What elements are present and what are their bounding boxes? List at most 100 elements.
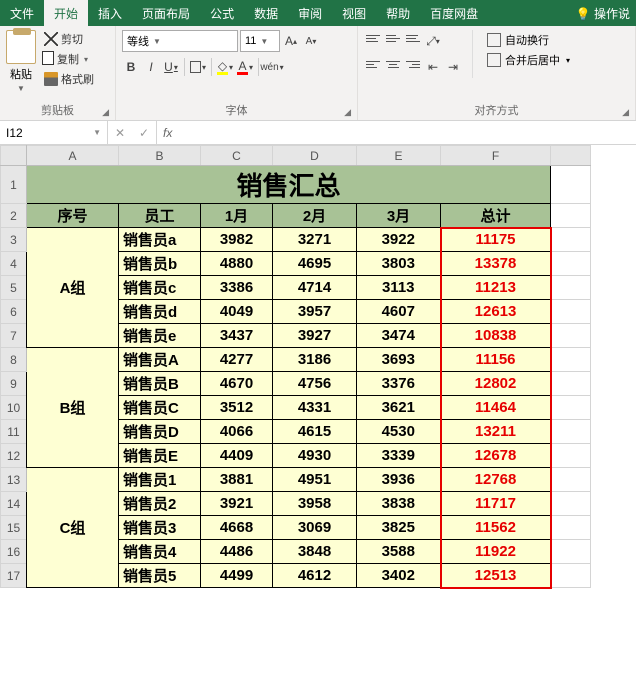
align-right-button[interactable] — [404, 56, 422, 72]
month-cell[interactable]: 3693 — [357, 348, 441, 372]
total-cell[interactable]: 11175 — [441, 228, 551, 252]
month-cell[interactable]: 4277 — [201, 348, 273, 372]
month-cell[interactable]: 4486 — [201, 540, 273, 564]
employee-cell[interactable]: 销售员4 — [119, 540, 201, 564]
cancel-formula-button[interactable]: ✕ — [108, 126, 132, 140]
row-header-12[interactable]: 12 — [1, 444, 27, 468]
font-color-button[interactable]: A▾ — [236, 56, 254, 78]
tab-页面布局[interactable]: 页面布局 — [132, 0, 200, 26]
month-cell[interactable]: 4066 — [201, 420, 273, 444]
employee-cell[interactable]: 销售员B — [119, 372, 201, 396]
decrease-indent-button[interactable]: ⇤ — [424, 56, 442, 78]
cut-button[interactable]: 剪切 — [42, 30, 96, 48]
total-cell[interactable]: 11156 — [441, 348, 551, 372]
employee-cell[interactable]: 销售员c — [119, 276, 201, 300]
month-cell[interactable]: 3803 — [357, 252, 441, 276]
month-cell[interactable]: 3958 — [273, 492, 357, 516]
month-cell[interactable]: 3437 — [201, 324, 273, 348]
month-cell[interactable]: 4331 — [273, 396, 357, 420]
increase-indent-button[interactable]: ⇥ — [444, 56, 462, 78]
tab-百度网盘[interactable]: 百度网盘 — [420, 0, 488, 26]
align-middle-button[interactable] — [384, 30, 402, 46]
month-cell[interactable]: 3512 — [201, 396, 273, 420]
row-header-4[interactable]: 4 — [1, 252, 27, 276]
row-header-2[interactable]: 2 — [1, 204, 27, 228]
header-cell[interactable]: 1月 — [201, 204, 273, 228]
total-cell[interactable]: 12678 — [441, 444, 551, 468]
wrap-text-button[interactable]: 自动换行 — [483, 30, 574, 50]
month-cell[interactable]: 3588 — [357, 540, 441, 564]
month-cell[interactable]: 3982 — [201, 228, 273, 252]
row-header-3[interactable]: 3 — [1, 228, 27, 252]
month-cell[interactable]: 4612 — [273, 564, 357, 588]
month-cell[interactable]: 3376 — [357, 372, 441, 396]
paste-button[interactable]: 粘贴 ▼ — [6, 30, 36, 93]
row-header-11[interactable]: 11 — [1, 420, 27, 444]
employee-cell[interactable]: 销售员A — [119, 348, 201, 372]
row-header-1[interactable]: 1 — [1, 166, 27, 204]
total-cell[interactable]: 11213 — [441, 276, 551, 300]
header-cell[interactable]: 员工 — [119, 204, 201, 228]
month-cell[interactable]: 4756 — [273, 372, 357, 396]
row-header-13[interactable]: 13 — [1, 468, 27, 492]
increase-font-button[interactable]: A▴ — [282, 30, 300, 52]
month-cell[interactable]: 3621 — [357, 396, 441, 420]
month-cell[interactable]: 4409 — [201, 444, 273, 468]
clipboard-launcher[interactable]: ◢ — [102, 107, 109, 118]
month-cell[interactable]: 3838 — [357, 492, 441, 516]
total-cell[interactable]: 11562 — [441, 516, 551, 540]
align-center-button[interactable] — [384, 56, 402, 72]
underline-button[interactable]: U▾ — [162, 56, 180, 78]
format-painter-button[interactable]: 格式刷 — [42, 70, 96, 88]
month-cell[interactable]: 4951 — [273, 468, 357, 492]
tab-开始[interactable]: 开始 — [44, 0, 88, 26]
total-cell[interactable]: 13378 — [441, 252, 551, 276]
month-cell[interactable]: 4607 — [357, 300, 441, 324]
employee-cell[interactable]: 销售员e — [119, 324, 201, 348]
fill-color-button[interactable]: ◇▾ — [216, 56, 234, 78]
row-header-7[interactable]: 7 — [1, 324, 27, 348]
header-cell[interactable]: 序号 — [27, 204, 119, 228]
tab-视图[interactable]: 视图 — [332, 0, 376, 26]
month-cell[interactable]: 3386 — [201, 276, 273, 300]
month-cell[interactable]: 4695 — [273, 252, 357, 276]
employee-cell[interactable]: 销售员1 — [119, 468, 201, 492]
tab-审阅[interactable]: 审阅 — [288, 0, 332, 26]
month-cell[interactable]: 3922 — [357, 228, 441, 252]
employee-cell[interactable]: 销售员C — [119, 396, 201, 420]
col-header-A[interactable]: A — [27, 146, 119, 166]
total-cell[interactable]: 13211 — [441, 420, 551, 444]
group-cell[interactable]: B组 — [27, 348, 119, 468]
merge-center-button[interactable]: 合并后居中▾ — [483, 50, 574, 70]
total-cell[interactable]: 11922 — [441, 540, 551, 564]
month-cell[interactable]: 3474 — [357, 324, 441, 348]
row-header-16[interactable]: 16 — [1, 540, 27, 564]
group-cell[interactable]: A组 — [27, 228, 119, 348]
border-button[interactable]: ▾ — [189, 56, 207, 78]
total-cell[interactable]: 12802 — [441, 372, 551, 396]
month-cell[interactable]: 4530 — [357, 420, 441, 444]
total-cell[interactable]: 11464 — [441, 396, 551, 420]
col-header-B[interactable]: B — [119, 146, 201, 166]
employee-cell[interactable]: 销售员b — [119, 252, 201, 276]
month-cell[interactable]: 3113 — [357, 276, 441, 300]
row-header-9[interactable]: 9 — [1, 372, 27, 396]
month-cell[interactable]: 3402 — [357, 564, 441, 588]
align-bottom-button[interactable] — [404, 30, 422, 46]
month-cell[interactable]: 3339 — [357, 444, 441, 468]
month-cell[interactable]: 3881 — [201, 468, 273, 492]
font-launcher[interactable]: ◢ — [344, 107, 351, 118]
font-size-combo[interactable]: 11▼ — [240, 30, 280, 52]
employee-cell[interactable]: 销售员d — [119, 300, 201, 324]
fx-label[interactable]: fx — [157, 121, 178, 144]
month-cell[interactable]: 4499 — [201, 564, 273, 588]
month-cell[interactable]: 4930 — [273, 444, 357, 468]
name-box[interactable]: I12▼ — [0, 121, 108, 144]
sheet-title-cell[interactable]: 销售汇总 — [27, 166, 551, 204]
select-all-corner[interactable] — [1, 146, 27, 166]
month-cell[interactable]: 3186 — [273, 348, 357, 372]
employee-cell[interactable]: 销售员5 — [119, 564, 201, 588]
total-cell[interactable]: 11717 — [441, 492, 551, 516]
row-header-8[interactable]: 8 — [1, 348, 27, 372]
month-cell[interactable]: 4668 — [201, 516, 273, 540]
